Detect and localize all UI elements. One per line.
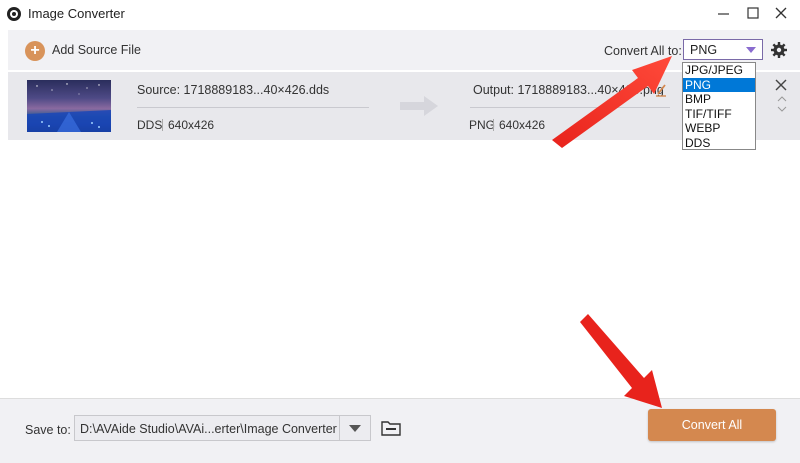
format-option-dds[interactable]: DDS xyxy=(683,136,755,151)
remove-file-icon[interactable] xyxy=(775,79,787,91)
convert-all-button[interactable]: Convert All xyxy=(648,409,776,441)
save-path-value: D:\AVAide Studio\AVAi...erter\Image Conv… xyxy=(80,422,337,436)
divider xyxy=(162,119,163,131)
add-source-file-button[interactable]: Add Source File xyxy=(52,43,141,57)
gear-icon[interactable] xyxy=(770,41,788,59)
format-dropdown-list: JPG/JPEG PNG BMP TIF/TIFF WEBP DDS xyxy=(682,62,756,150)
source-file-name: Source: 1718889183...40×426.dds xyxy=(137,83,330,97)
convert-all-format-select[interactable]: PNG xyxy=(683,39,763,60)
convert-all-to-label: Convert All to: xyxy=(604,44,682,58)
output-size: 640x426 xyxy=(499,118,546,132)
source-format: DDS xyxy=(137,118,163,132)
window-title: Image Converter xyxy=(28,6,125,21)
open-folder-icon[interactable] xyxy=(381,420,401,436)
chevron-down-icon xyxy=(746,47,756,53)
save-path-select[interactable]: D:\AVAide Studio\AVAi...erter\Image Conv… xyxy=(74,415,371,441)
format-option-tif-tiff[interactable]: TIF/TIFF xyxy=(683,107,755,122)
arrow-right-icon xyxy=(400,96,438,116)
format-option-bmp[interactable]: BMP xyxy=(683,92,755,107)
source-size: 640x426 xyxy=(168,118,215,132)
output-format: PNG xyxy=(469,118,496,132)
chevron-down-icon[interactable] xyxy=(777,106,787,112)
format-select-value: PNG xyxy=(690,43,718,57)
format-option-png[interactable]: PNG xyxy=(683,77,755,92)
thumbnail-image xyxy=(27,83,111,132)
close-window-button[interactable] xyxy=(771,4,791,22)
add-icon[interactable]: + xyxy=(25,41,45,61)
maximize-button[interactable] xyxy=(743,4,763,22)
edit-icon[interactable] xyxy=(655,83,667,97)
maximize-icon xyxy=(747,7,759,19)
save-path-dropdown-button[interactable] xyxy=(339,416,370,440)
title-bar: Image Converter xyxy=(0,0,800,28)
save-to-label: Save to: xyxy=(25,423,71,437)
app-logo-icon xyxy=(7,7,21,21)
close-icon xyxy=(775,7,787,19)
format-option-webp[interactable]: WEBP xyxy=(683,121,755,136)
divider xyxy=(137,107,369,108)
format-option-jpg-jpeg[interactable]: JPG/JPEG xyxy=(683,63,755,78)
minimize-button[interactable] xyxy=(714,4,734,22)
output-file-name: Output: 1718889183...40×426.png xyxy=(473,83,664,97)
divider xyxy=(493,119,494,131)
chevron-down-icon xyxy=(349,425,361,432)
minimize-icon xyxy=(718,13,729,15)
divider xyxy=(470,107,670,108)
file-thumbnail xyxy=(27,80,111,132)
footer-bar: Save to: D:\AVAide Studio\AVAi...erter\I… xyxy=(0,398,800,463)
annotation-arrow-icon xyxy=(580,314,662,408)
chevron-up-icon[interactable] xyxy=(777,96,787,102)
